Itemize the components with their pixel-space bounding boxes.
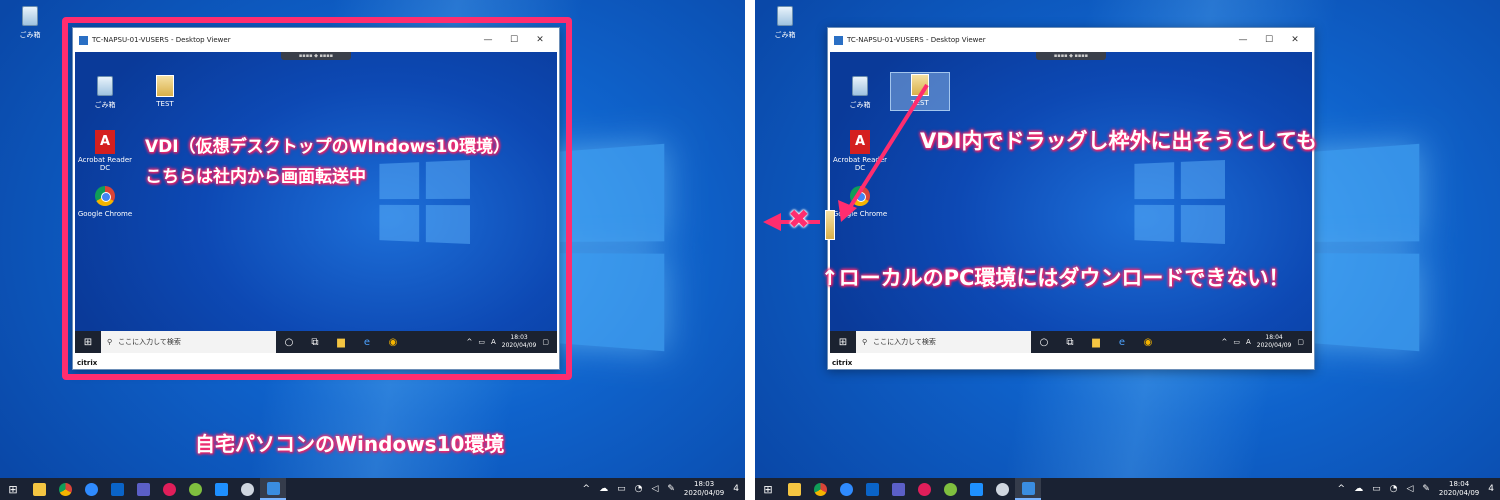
- slack-icon[interactable]: [156, 478, 182, 500]
- pen-icon[interactable]: ✎: [667, 484, 675, 494]
- cloud-icon[interactable]: [234, 478, 260, 500]
- app-icon[interactable]: [937, 478, 963, 500]
- host-tray: ^ ☁ ▭ ◔ ◁ ✎ 18:04 2020/04/09 4: [1338, 480, 1500, 498]
- recycle-bin-icon: [22, 6, 38, 26]
- pen-icon[interactable]: ✎: [1422, 484, 1430, 494]
- edge-icon[interactable]: [833, 478, 859, 500]
- wifi-icon[interactable]: ◔: [635, 484, 643, 494]
- annotation-vdi-line1: VDI（仮想デスクトップのWIndows10環境）: [145, 132, 510, 157]
- desktop-viewer-taskbar-icon[interactable]: [260, 478, 286, 500]
- annotation-drag: VDI内でドラッグし枠外に出そうとしても: [920, 125, 1317, 155]
- slack-icon[interactable]: [911, 478, 937, 500]
- onedrive-icon[interactable]: ☁: [599, 484, 608, 494]
- chrome-icon[interactable]: [807, 478, 833, 500]
- cloud-icon[interactable]: [989, 478, 1015, 500]
- desktop-viewer-taskbar-icon[interactable]: [1015, 478, 1041, 500]
- outlook-icon[interactable]: [859, 478, 885, 500]
- annotation-home-pc: 自宅パソコンのWindows10環境: [195, 428, 504, 457]
- chevron-up-icon[interactable]: ^: [583, 484, 591, 494]
- highlight-frame: [62, 17, 572, 380]
- notification-badge[interactable]: 4: [733, 484, 739, 494]
- right-desktop: ごみ箱 TC-NAPSU-01-VUSERS - Desktop Viewer …: [755, 0, 1500, 500]
- annotation-no-download: ↑ローカルのPC環境にはダウンロードできない！: [821, 262, 1289, 292]
- volume-icon[interactable]: ◁: [651, 484, 658, 494]
- mail-icon[interactable]: [963, 478, 989, 500]
- host-clock[interactable]: 18:04 2020/04/09: [1439, 480, 1479, 498]
- drag-arrow: [847, 85, 927, 212]
- battery-icon[interactable]: ▭: [617, 484, 626, 494]
- host-clock[interactable]: 18:03 2020/04/09: [684, 480, 724, 498]
- chevron-up-icon[interactable]: ^: [1338, 484, 1346, 494]
- mail-icon[interactable]: [208, 478, 234, 500]
- blocked-arrow-head: [763, 213, 781, 231]
- outlook-icon[interactable]: [104, 478, 130, 500]
- annotation-arrows: [755, 0, 1500, 500]
- windows-start-icon[interactable]: ⊞: [0, 483, 26, 496]
- battery-icon[interactable]: ▭: [1372, 484, 1381, 494]
- volume-icon[interactable]: ◁: [1406, 484, 1413, 494]
- annotation-vdi-line2: こちらは社内から画面転送中: [145, 162, 366, 187]
- panel-divider: [745, 0, 755, 500]
- app-icon[interactable]: [182, 478, 208, 500]
- wifi-icon[interactable]: ◔: [1390, 484, 1398, 494]
- host-taskbar: ⊞ ^ ☁ ▭ ◔ ◁ ✎ 18:04 2020/04/09 4: [755, 478, 1500, 500]
- explorer-icon[interactable]: [26, 478, 52, 500]
- notification-badge[interactable]: 4: [1488, 484, 1494, 494]
- host-taskbar: ⊞ ^ ☁ ▭ ◔ ◁ ✎ 18:03 2020/04/09 4: [0, 478, 745, 500]
- teams-icon[interactable]: [130, 478, 156, 500]
- chrome-icon[interactable]: [52, 478, 78, 500]
- teams-icon[interactable]: [885, 478, 911, 500]
- desktop-recycle-bin[interactable]: ごみ箱: [0, 4, 60, 40]
- explorer-icon[interactable]: [781, 478, 807, 500]
- host-tray: ^ ☁ ▭ ◔ ◁ ✎ 18:03 2020/04/09 4: [583, 480, 745, 498]
- onedrive-icon[interactable]: ☁: [1354, 484, 1363, 494]
- edge-icon[interactable]: [78, 478, 104, 500]
- windows-start-icon[interactable]: ⊞: [755, 483, 781, 496]
- left-desktop: ごみ箱 TC-NAPSU-01-VUSERS - Desktop Viewer …: [0, 0, 745, 500]
- close-x-icon: ✖: [788, 205, 810, 235]
